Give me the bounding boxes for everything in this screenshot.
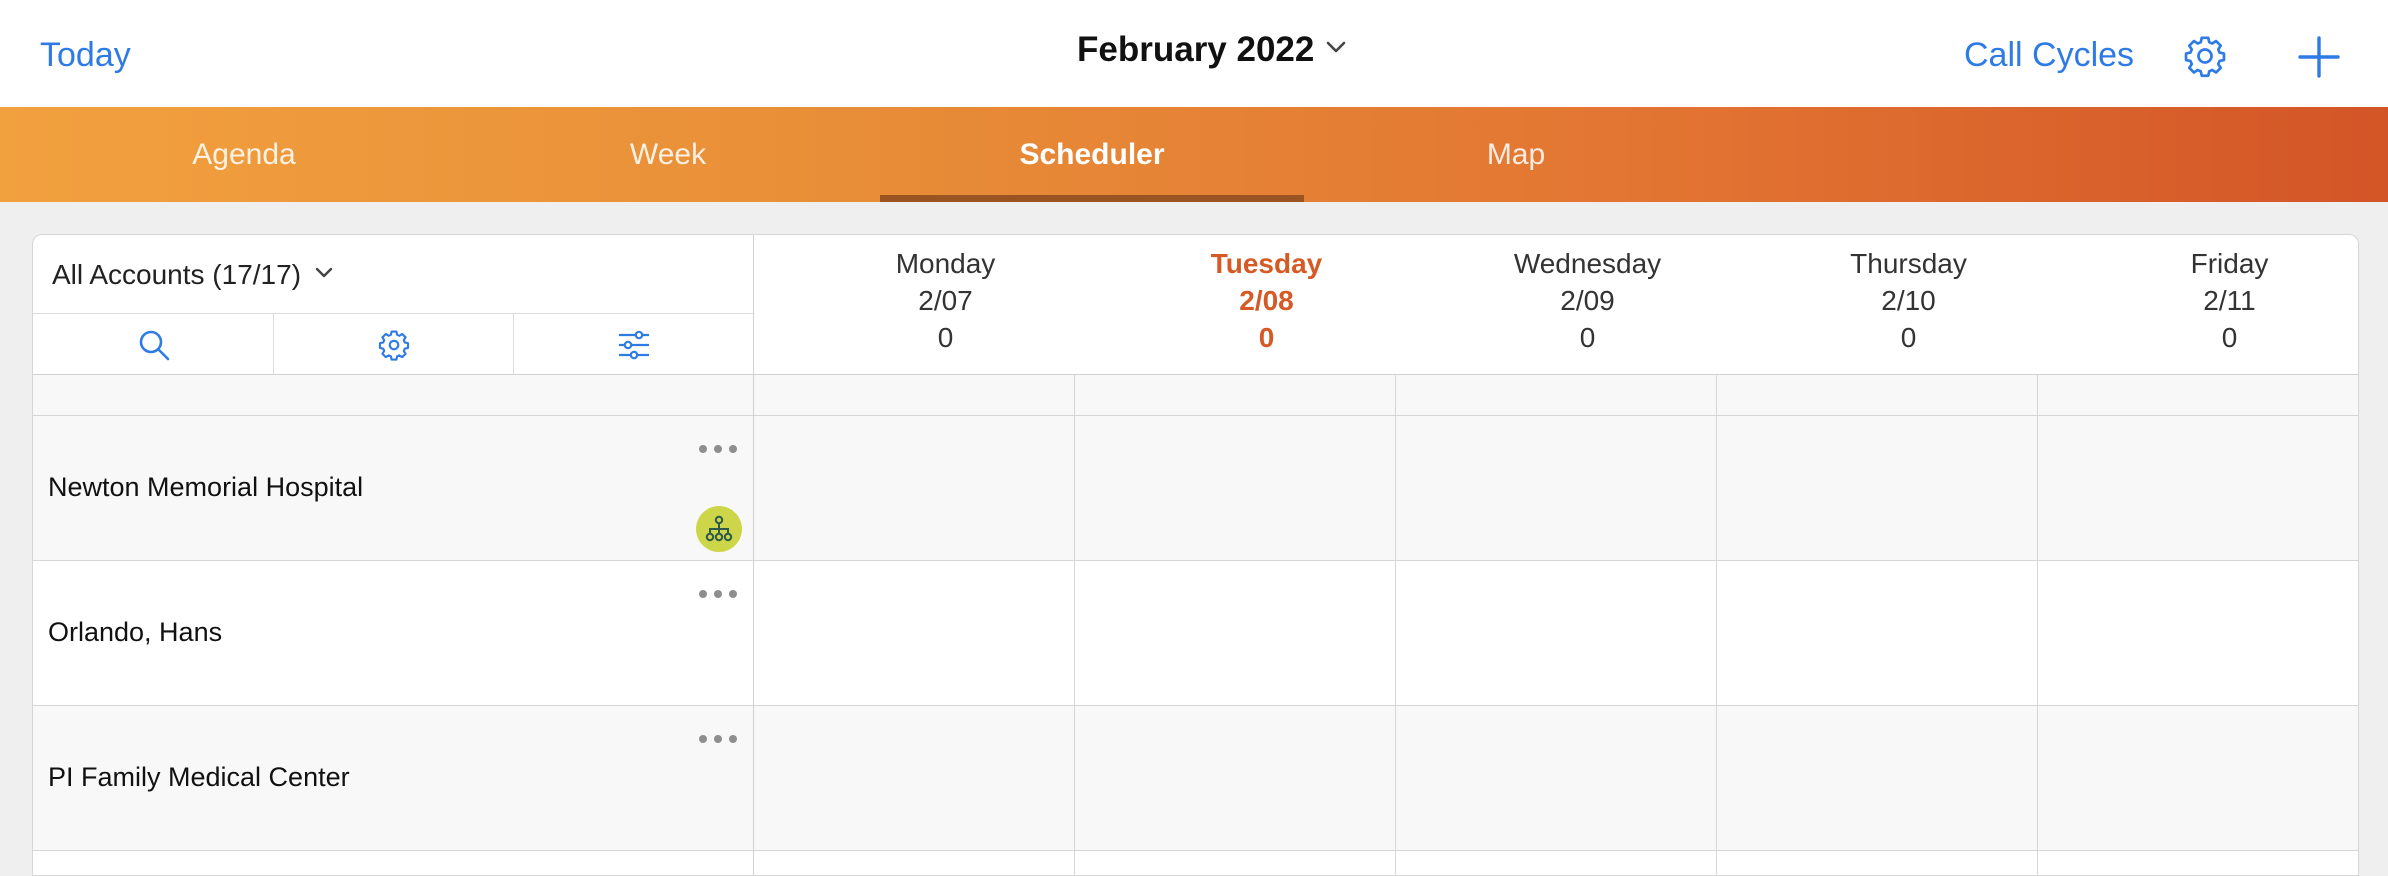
day-header-friday[interactable]: Friday 2/11 0 [2069, 245, 2358, 356]
day-count: 0 [1258, 322, 1275, 353]
plus-icon[interactable] [2298, 36, 2340, 78]
day-header-wednesday[interactable]: Wednesday 2/09 0 [1427, 245, 1748, 356]
account-row[interactable]: Orlando, Hans [33, 561, 2358, 706]
month-title[interactable]: February 2022 [1077, 30, 1314, 70]
day-header-tuesday[interactable]: Tuesday 2/08 0 [1106, 245, 1427, 356]
more-options-icon[interactable] [698, 589, 738, 599]
day-name: Friday [2190, 248, 2269, 279]
day-date: 2/09 [1560, 285, 1615, 316]
tab-week[interactable]: Week [456, 107, 880, 202]
settings-button[interactable] [273, 314, 514, 374]
day-date: 2/10 [1881, 285, 1936, 316]
account-name[interactable]: PI Family Medical Center [48, 762, 350, 793]
accounts-filter[interactable]: All Accounts (17/17) [33, 235, 753, 314]
day-count: 0 [1579, 322, 1596, 353]
call-cycles-button[interactable]: Call Cycles [1964, 36, 2134, 75]
day-header-monday[interactable]: Monday 2/07 0 [785, 245, 1106, 356]
chevron-down-icon [315, 267, 333, 278]
day-count: 0 [2221, 322, 2238, 353]
top-bar: Today February 2022 Call Cycles [0, 0, 2388, 107]
column-divider [2037, 375, 2038, 875]
active-tab-indicator [880, 195, 1304, 202]
view-tabs: Agenda Week Scheduler Map [0, 107, 2388, 202]
day-date: 2/07 [918, 285, 973, 316]
day-count: 0 [1900, 322, 1917, 353]
day-date: 2/08 [1239, 285, 1294, 316]
accounts-filter-label: All Accounts (17/17) [52, 259, 302, 290]
all-day-row [33, 375, 2358, 416]
account-name[interactable]: Newton Memorial Hospital [48, 472, 363, 503]
search-icon [139, 330, 170, 361]
hierarchy-icon [705, 515, 733, 542]
day-name: Thursday [1850, 248, 1967, 279]
gear-icon[interactable] [2182, 33, 2228, 79]
search-button[interactable] [33, 314, 274, 374]
column-divider [1395, 375, 1396, 875]
account-column-divider [753, 235, 754, 875]
more-options-icon[interactable] [698, 734, 738, 744]
day-name: Monday [895, 248, 996, 279]
tab-agenda[interactable]: Agenda [32, 107, 456, 202]
more-options-icon[interactable] [698, 444, 738, 454]
account-row[interactable]: Newton Memorial Hospital [33, 416, 2358, 561]
day-date: 2/11 [2203, 285, 2256, 316]
day-header-thursday[interactable]: Thursday 2/10 0 [1748, 245, 2069, 356]
gear-icon [378, 330, 410, 361]
account-name[interactable]: Orlando, Hans [48, 617, 222, 648]
day-count: 0 [937, 322, 954, 353]
day-name: Tuesday [1210, 248, 1323, 279]
day-name: Wednesday [1513, 248, 1662, 279]
today-button[interactable]: Today [40, 36, 131, 75]
filter-options-button[interactable] [513, 314, 754, 374]
scheduler-panel: All Accounts (17/17) Monday 2/07 0 Tuesd… [32, 234, 2359, 876]
column-divider [1074, 375, 1075, 875]
sliders-icon [619, 330, 649, 360]
chevron-down-icon[interactable] [1326, 40, 1346, 54]
column-divider [1716, 375, 1717, 875]
tab-scheduler[interactable]: Scheduler [880, 107, 1304, 202]
scheduler-toolbar [33, 314, 754, 374]
tab-map[interactable]: Map [1304, 107, 1728, 202]
account-row[interactable]: PI Family Medical Center [33, 706, 2358, 851]
hierarchy-badge[interactable] [696, 506, 742, 552]
